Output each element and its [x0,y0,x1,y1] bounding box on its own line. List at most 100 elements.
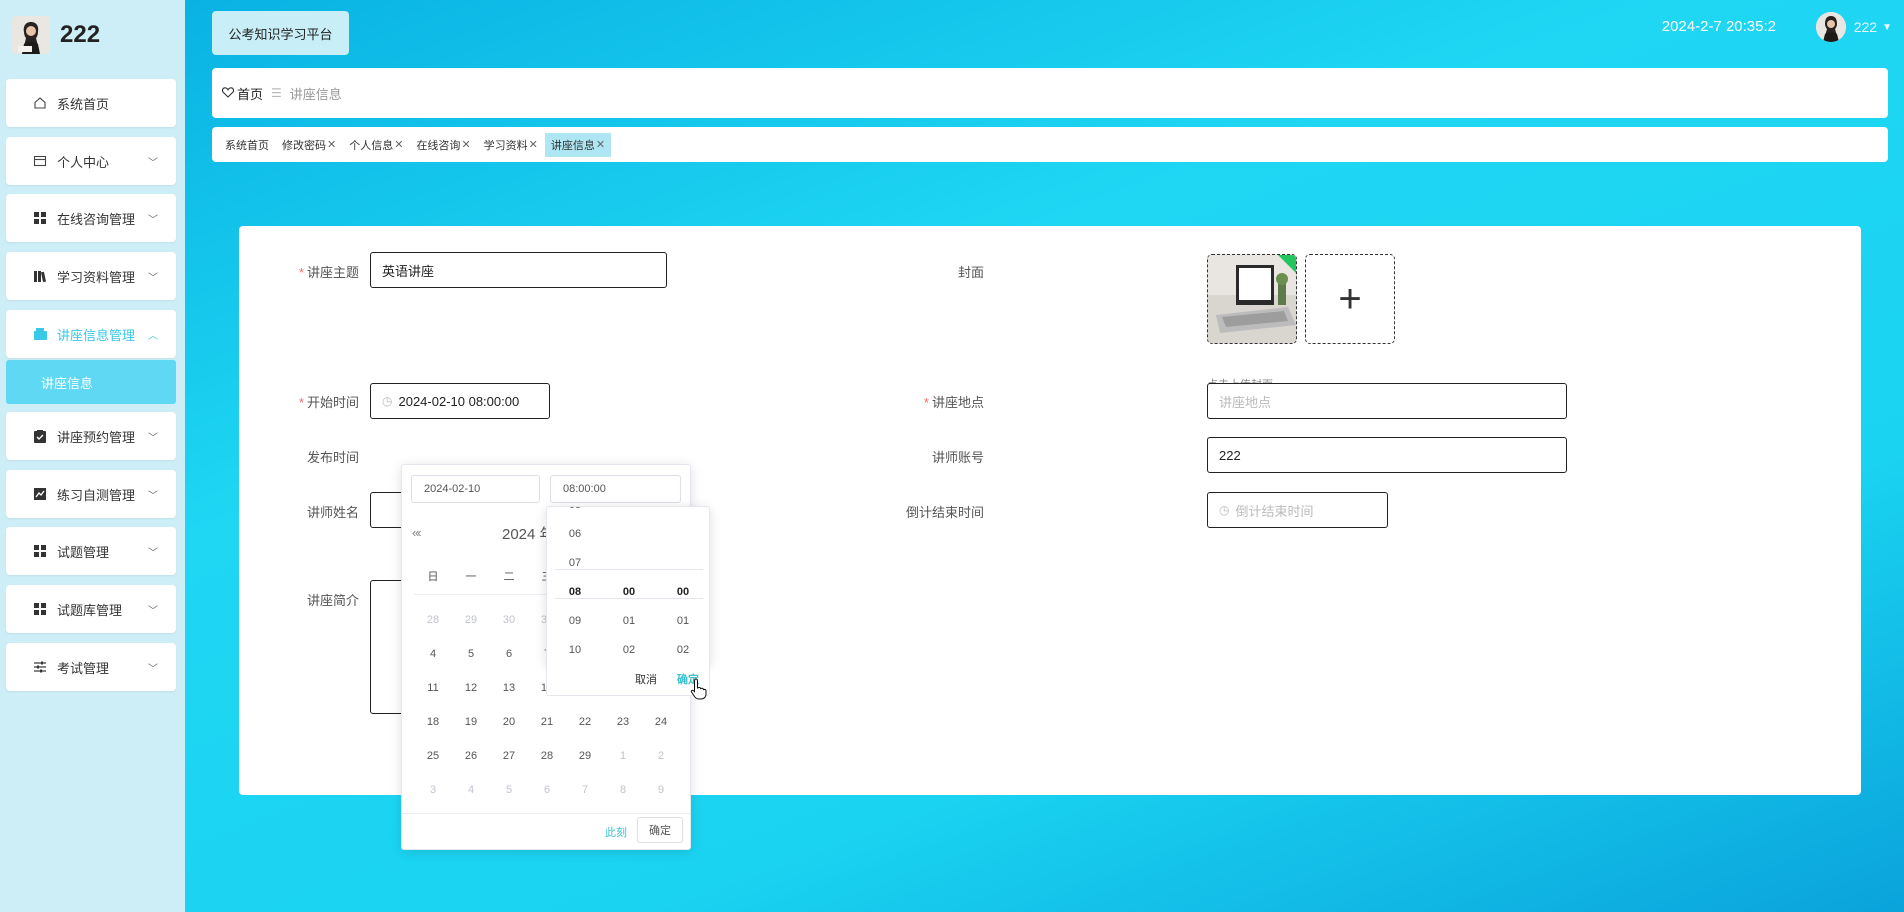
hour-option-selected[interactable]: 08 [555,578,595,607]
minute-option[interactable] [609,520,649,549]
chevron-down-icon: ﹀ [148,606,158,617]
date-cell[interactable]: 30 [490,614,528,626]
sidebar-item-questions[interactable]: 试题管理 ﹀ [6,527,176,575]
date-picker-ok-button[interactable]: 确定 [637,817,683,843]
now-link[interactable]: 此刻 [605,824,627,840]
second-option[interactable] [663,549,703,578]
breadcrumb-current: 讲座信息 [289,86,342,102]
lecturer-account-input[interactable]: 222 [1207,437,1567,473]
second-option-selected[interactable]: 00 [663,578,703,607]
sidebar-subitem-lecture-info[interactable]: 讲座信息 [6,360,176,404]
breadcrumb-home[interactable]: 首页 [237,84,263,103]
close-icon[interactable]: ✕ [529,138,538,151]
date-cell[interactable]: 18 [414,716,452,728]
chevron-up-icon: ︿ [148,331,158,342]
close-icon[interactable]: ✕ [327,138,336,151]
close-icon[interactable]: ✕ [461,138,470,151]
user-menu[interactable]: 222 ▼ [1815,12,1892,42]
date-cell[interactable]: 2 [642,750,680,762]
countdown-placeholder: 倒计结束时间 [1235,503,1314,519]
minute-option[interactable] [609,507,649,520]
date-cell[interactable]: 20 [490,716,528,728]
date-cell[interactable]: 7 [566,784,604,796]
sidebar-item-label: 试题管理 [57,544,110,560]
date-cell[interactable]: 5 [490,784,528,796]
chevron-down-icon: ﹀ [148,273,158,284]
weekday: 一 [465,571,477,583]
minute-option[interactable]: 01 [609,607,649,636]
start-time-input[interactable]: ◷ 2024-02-10 08:00:00 [370,383,550,419]
date-cell[interactable]: 29 [452,614,490,626]
sidebar-item-exams[interactable]: 考试管理 ﹀ [6,643,176,691]
prev-year-icon[interactable]: «‹ [412,525,421,540]
close-icon[interactable]: ✕ [596,138,605,151]
date-cell[interactable]: 22 [566,716,604,728]
second-option[interactable] [663,507,703,520]
sidebar-item-personal-center[interactable]: 个人中心 ﹀ [6,137,176,185]
date-cell[interactable]: 11 [414,682,452,694]
second-option[interactable] [663,520,703,549]
date-cell[interactable]: 28 [414,614,452,626]
tab-personal-info[interactable]: 个人信息 ✕ [343,133,409,157]
minute-column[interactable]: 00 01 02 [609,507,649,665]
sidebar-item-consult[interactable]: 在线咨询管理 ﹀ [6,194,176,242]
date-cell[interactable]: 21 [528,716,566,728]
date-row: 3 4 5 6 7 8 9 [414,773,680,807]
date-cell[interactable]: 6 [490,648,528,660]
hour-option[interactable]: 09 [555,607,595,636]
minute-option-selected[interactable]: 00 [609,578,649,607]
add-cover-button[interactable]: + [1305,254,1395,344]
location-input[interactable]: 讲座地点 [1207,383,1567,419]
date-cell[interactable]: 3 [414,784,452,796]
date-cell[interactable]: 13 [490,682,528,694]
date-cell[interactable]: 26 [452,750,490,762]
date-cell[interactable]: 8 [604,784,642,796]
date-cell[interactable]: 28 [528,750,566,762]
date-cell[interactable]: 6 [528,784,566,796]
tab-online-consult[interactable]: 在线咨询 ✕ [410,133,476,157]
tab-lecture-info[interactable]: 讲座信息 ✕ [544,132,612,157]
cover-label: 封面 [957,265,984,280]
date-cell[interactable]: 12 [452,682,490,694]
hour-column[interactable]: 05 06 07 08 09 10 [555,507,595,665]
platform-button[interactable]: 公考知识学习平台 [212,11,349,55]
sidebar-item-booking[interactable]: 讲座预约管理 ﹀ [6,412,176,460]
hour-option[interactable]: 07 [555,549,595,578]
date-cell[interactable]: 4 [414,648,452,660]
time-cancel-button[interactable]: 取消 [635,671,657,687]
date-cell[interactable]: 9 [642,784,680,796]
sidebar-item-home[interactable]: 系统首页 [6,79,176,127]
date-cell[interactable]: 23 [604,716,642,728]
date-picker-date-input[interactable]: 2024-02-10 [411,475,540,503]
tab-home[interactable]: 系统首页 [219,133,275,157]
sidebar-item-materials[interactable]: 学习资料管理 ﹀ [6,252,176,300]
tab-change-password[interactable]: 修改密码 ✕ [276,133,342,157]
second-column[interactable]: 00 01 02 [663,507,703,665]
minute-option[interactable] [609,549,649,578]
date-cell[interactable]: 19 [452,716,490,728]
countdown-label: 倒计结束时间 [905,505,984,520]
date-cell[interactable]: 5 [452,648,490,660]
date-cell[interactable]: 24 [642,716,680,728]
date-cell[interactable]: 27 [490,750,528,762]
date-cell[interactable]: 4 [452,784,490,796]
cover-image[interactable] [1207,254,1297,344]
hour-option[interactable]: 06 [555,520,595,549]
countdown-input[interactable]: ◷ 倒计结束时间 [1207,492,1388,528]
sidebar-item-self-test[interactable]: 练习自测管理 ﹀ [6,470,176,518]
topic-input[interactable]: 英语讲座 [370,252,667,288]
close-icon[interactable]: ✕ [394,138,403,151]
sidebar-item-lecture-info[interactable]: 讲座信息管理 ︿ [6,310,176,358]
date-cell[interactable]: 25 [414,750,452,762]
date-cell[interactable]: 1 [604,750,642,762]
second-option[interactable]: 01 [663,607,703,636]
sidebar-item-question-bank[interactable]: 试题库管理 ﹀ [6,585,176,633]
hour-option[interactable]: 05 [555,507,595,520]
location-label: * 讲座地点 [923,395,984,410]
clipboard-icon [32,428,48,444]
date-picker-time-input[interactable]: 08:00:00 [550,475,681,503]
tab-materials[interactable]: 学习资料 ✕ [478,133,544,157]
wallet-icon [32,326,48,342]
sidebar-item-label: 在线咨询管理 [57,211,136,227]
date-cell[interactable]: 29 [566,750,604,762]
